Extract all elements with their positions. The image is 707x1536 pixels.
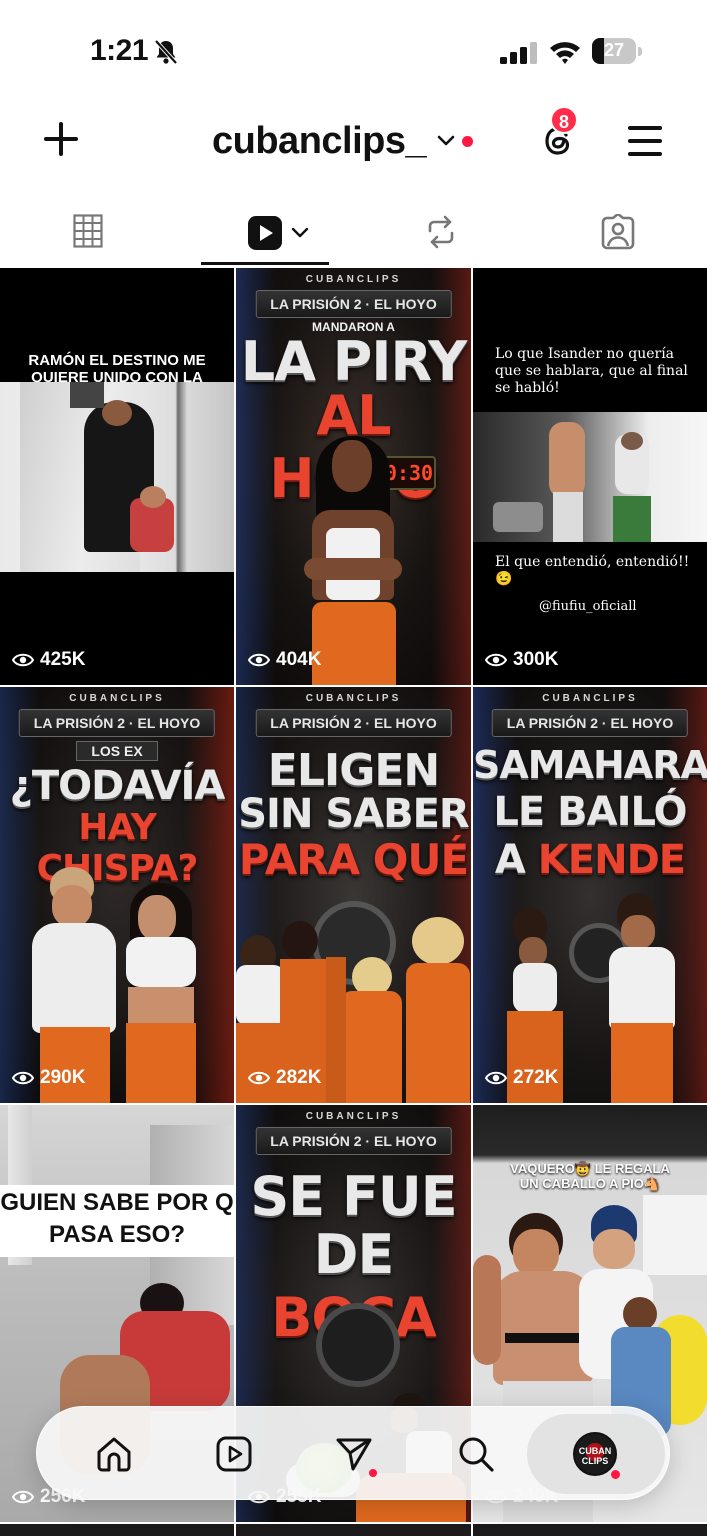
poster-banner: LA PRISIÓN 2 · EL HOYO: [18, 709, 216, 737]
poster-banner: LA PRISIÓN 2 · EL HOYO: [255, 1127, 452, 1155]
reel-caption: Lo que Isander no quería que se hablara,…: [495, 346, 688, 396]
threads-badge: 8: [550, 106, 578, 134]
reel-tile[interactable]: CUBANCLIPS LA PRISIÓN 2 · EL HOYO LOS EX…: [0, 687, 234, 1103]
reel-tile[interactable]: Lo que Isander no quería que se hablara,…: [473, 268, 707, 685]
view-count-value: 300K: [513, 649, 559, 670]
reel-tile-partial: [473, 1524, 707, 1536]
poster-title-line1: ¿TODAVÍA: [9, 763, 226, 809]
profile-screen: 1:21 27 cubanclips_ 8 RAMÓN EL DESTINO M…: [0, 0, 707, 1536]
poster-title-line2: LE BAILÓ: [493, 789, 687, 835]
reel-tile[interactable]: CUBANCLIPS LA PRISIÓN 2 · EL HOYO ELIGEN…: [236, 687, 471, 1103]
eye-icon: [12, 1490, 34, 1504]
nav-home[interactable]: [63, 1407, 163, 1501]
battery-percent: 27: [603, 40, 625, 60]
reel-caption: GUIEN SABE POR Q PASA ESO?: [0, 1189, 234, 1248]
chevron-down-icon: [437, 135, 455, 146]
tab-reposts[interactable]: [394, 196, 490, 268]
view-count: 282K: [248, 1067, 321, 1089]
eye-icon: [12, 1071, 34, 1085]
repost-icon: [428, 215, 454, 249]
poster-brand: CUBANCLIPS: [305, 274, 402, 285]
view-count-value: 272K: [513, 1067, 559, 1088]
nav-messages[interactable]: [303, 1407, 403, 1501]
poster-brand: CUBANCLIPS: [542, 693, 638, 704]
status-bar: 1:21 27: [0, 0, 707, 100]
reel-tile-partial: [0, 1524, 234, 1536]
view-count-value: 282K: [276, 1067, 322, 1088]
poster-title-line1: SE FUE: [250, 1165, 457, 1228]
poster-brand: CUBANCLIPS: [69, 693, 165, 704]
poster-brand: CUBANCLIPS: [305, 1111, 402, 1122]
poster-title-line1: ELIGEN: [267, 745, 440, 796]
reels-grid: RAMÓN EL DESTINO ME QUIERE UNIDO CON LA …: [0, 268, 707, 1536]
eye-icon: [248, 653, 270, 667]
reel-tile[interactable]: CUBANCLIPS LA PRISIÓN 2 · EL HOYO SAMAHA…: [473, 687, 707, 1103]
reels-icon: [248, 216, 282, 250]
search-icon: [459, 1437, 494, 1472]
poster-title-line3: PARA QUÉ: [238, 835, 469, 884]
tagged-person-icon: [601, 214, 635, 250]
eye-icon: [485, 1071, 507, 1085]
reels-icon: [216, 1436, 252, 1472]
eye-icon: [12, 653, 34, 667]
poster-title-line2: SIN SABER: [238, 791, 469, 837]
notification-dot: [462, 135, 474, 147]
nav-search[interactable]: [425, 1407, 525, 1501]
send-icon: [336, 1438, 372, 1471]
bell-muted-icon: [154, 39, 178, 65]
view-count-value: 404K: [276, 649, 322, 670]
view-count: 272K: [485, 1067, 558, 1089]
chevron-down-icon: [291, 227, 309, 238]
poster-banner: LA PRISIÓN 2 · EL HOYO: [491, 709, 689, 737]
poster-banner: LA PRISIÓN 2 · EL HOYO: [255, 709, 452, 737]
poster-banner: LA PRISIÓN 2 · EL HOYO: [255, 290, 452, 318]
tab-tagged[interactable]: [570, 196, 666, 268]
view-count: 404K: [248, 649, 321, 671]
profile-avatar: CUBAN CLIPS: [573, 1432, 617, 1476]
grid-icon: [73, 214, 103, 248]
reel-tile[interactable]: RAMÓN EL DESTINO ME QUIERE UNIDO CON LA …: [0, 268, 234, 685]
reel-handle: @fiufiu_oficiall: [539, 599, 637, 614]
wifi-icon: [550, 42, 580, 64]
status-time: 1:21: [90, 34, 149, 67]
battery-icon: 27: [592, 38, 642, 64]
poster-tag: LOS EX: [76, 741, 158, 761]
poster-brand: CUBANCLIPS: [305, 693, 402, 704]
reel-thumbnail: [298, 436, 408, 685]
eye-icon: [248, 1071, 270, 1085]
reel-caption: El que entendió, entendió!!😉: [495, 554, 690, 587]
eye-icon: [485, 653, 507, 667]
tab-posts-grid[interactable]: [40, 196, 136, 268]
create-plus-button[interactable]: [44, 122, 78, 156]
cellular-signal-icon: [500, 42, 537, 64]
reel-tile-partial: [236, 1524, 471, 1536]
nav-profile[interactable]: CUBAN CLIPS: [527, 1414, 665, 1494]
view-count: 300K: [485, 649, 558, 671]
view-count-value: 290K: [40, 1067, 86, 1088]
tab-reels[interactable]: [201, 196, 329, 268]
profile-notification-dot: [611, 1470, 620, 1479]
account-switcher[interactable]: cubanclips_: [212, 118, 474, 164]
content-tabs: [0, 196, 707, 268]
messages-notification-dot: [369, 1469, 377, 1477]
view-count: 425K: [12, 649, 85, 671]
reel-tile[interactable]: CUBANCLIPS LA PRISIÓN 2 · EL HOYO MANDAR…: [236, 268, 471, 685]
menu-hamburger-button[interactable]: [628, 126, 662, 156]
reel-caption: VAQUERO🤠 LE REGALA UN CABALLO A PIO🐴: [510, 1161, 670, 1191]
avatar-logo-text: CUBAN CLIPS: [578, 1446, 612, 1466]
profile-username: cubanclips_: [212, 119, 427, 162]
nav-reels[interactable]: [183, 1407, 283, 1501]
home-icon: [97, 1437, 131, 1472]
view-count-value: 425K: [40, 649, 86, 670]
reel-thumbnail: [0, 382, 234, 572]
active-tab-indicator: [201, 262, 329, 265]
profile-header: cubanclips_ 8: [0, 100, 707, 186]
poster-title-line1: SAMAHARA: [473, 743, 707, 787]
bottom-tab-bar: CUBAN CLIPS: [36, 1406, 670, 1500]
view-count: 290K: [12, 1067, 85, 1089]
reel-thumbnail: [473, 412, 707, 542]
poster-title-line3: A KENDE: [494, 837, 686, 883]
